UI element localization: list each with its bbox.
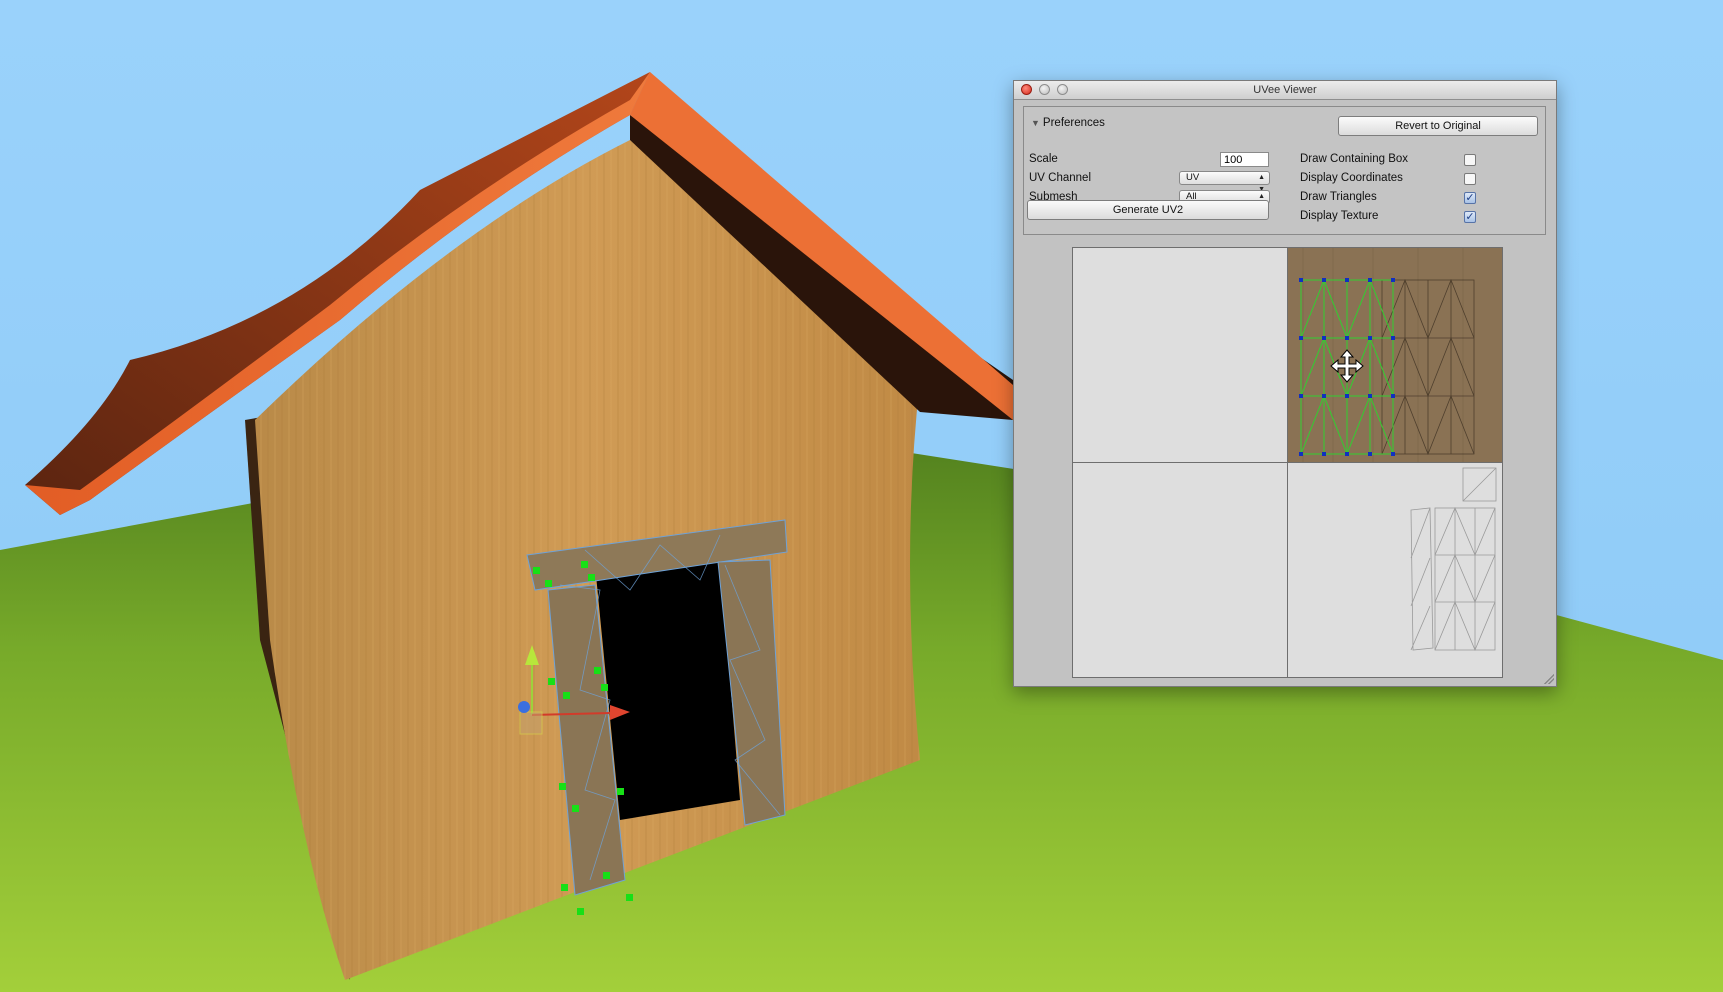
uvee-viewer-window[interactable]: UVee Viewer ▼ Preferences Revert to Origi… [1013, 80, 1557, 687]
draw-containing-box-label: Draw Containing Box [1300, 153, 1409, 165]
display-coordinates-label: Display Coordinates [1300, 172, 1403, 184]
scale-label: Scale [1029, 153, 1058, 165]
uv-canvas[interactable] [1072, 247, 1503, 678]
draw-triangles-checkbox[interactable]: ✓ [1464, 192, 1476, 204]
minimize-window-icon[interactable] [1039, 84, 1050, 95]
display-coordinates-checkbox[interactable] [1464, 173, 1476, 185]
preferences-foldout-label: Preferences [1042, 117, 1105, 129]
display-texture-checkbox[interactable]: ✓ [1464, 211, 1476, 223]
draw-triangles-label: Draw Triangles [1300, 191, 1377, 203]
uv-channel-label: UV Channel [1029, 172, 1092, 184]
revert-to-original-button[interactable]: Revert to Original [1338, 116, 1538, 136]
window-title: UVee Viewer [1253, 84, 1317, 96]
triangle-down-icon: ▼ [1031, 118, 1040, 128]
display-texture-label: Display Texture [1300, 210, 1379, 222]
zoom-window-icon[interactable] [1057, 84, 1068, 95]
uv-channel-value: UV [1186, 172, 1200, 183]
uv-channel-dropdown[interactable]: UV ▲▼ [1179, 171, 1270, 193]
resize-grip-icon[interactable] [1544, 674, 1554, 684]
preferences-panel: ▼Preferences Revert to Original Scale UV… [1023, 106, 1546, 235]
window-titlebar[interactable]: UVee Viewer [1014, 81, 1556, 100]
close-window-icon[interactable] [1021, 84, 1032, 95]
preferences-foldout[interactable]: ▼ Preferences [1031, 117, 1105, 129]
generate-uv2-button[interactable]: Generate UV2 [1027, 200, 1269, 220]
scale-field[interactable] [1220, 152, 1269, 167]
draw-containing-box-checkbox[interactable] [1464, 154, 1476, 166]
door-opening [595, 560, 740, 820]
